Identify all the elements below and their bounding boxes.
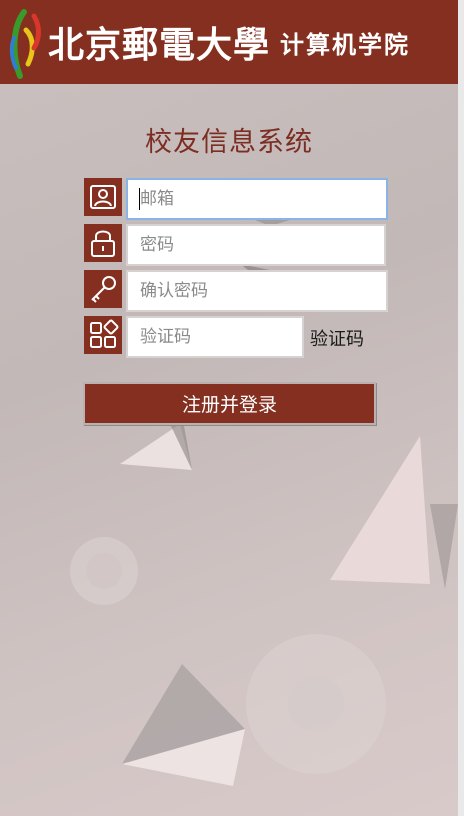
logo-school-name: 计算机学院 xyxy=(280,29,411,59)
email-input[interactable] xyxy=(126,178,388,220)
user-card-icon xyxy=(84,178,122,216)
text-caret xyxy=(139,188,140,210)
logo-university-name: 北京郵電大學 xyxy=(48,24,271,66)
password-input[interactable] xyxy=(126,224,386,266)
register-login-button[interactable]: 注册并登录 xyxy=(83,382,376,425)
top-banner: 北京郵電大學 计算机学院 xyxy=(0,0,458,84)
captcha-input[interactable] xyxy=(126,316,304,358)
page-title: 校友信息系统 xyxy=(145,127,313,158)
key-icon xyxy=(84,270,122,308)
lock-icon xyxy=(84,224,122,262)
logo-text: 北京郵電大學 计算机学院 xyxy=(48,12,410,72)
captcha-image[interactable]: 验证码 xyxy=(310,325,364,351)
bupt-logo-mark-icon xyxy=(9,9,41,79)
confirm-password-input[interactable] xyxy=(126,270,388,312)
page-scrollbar[interactable] xyxy=(458,0,464,816)
apps-grid-icon xyxy=(84,316,122,354)
